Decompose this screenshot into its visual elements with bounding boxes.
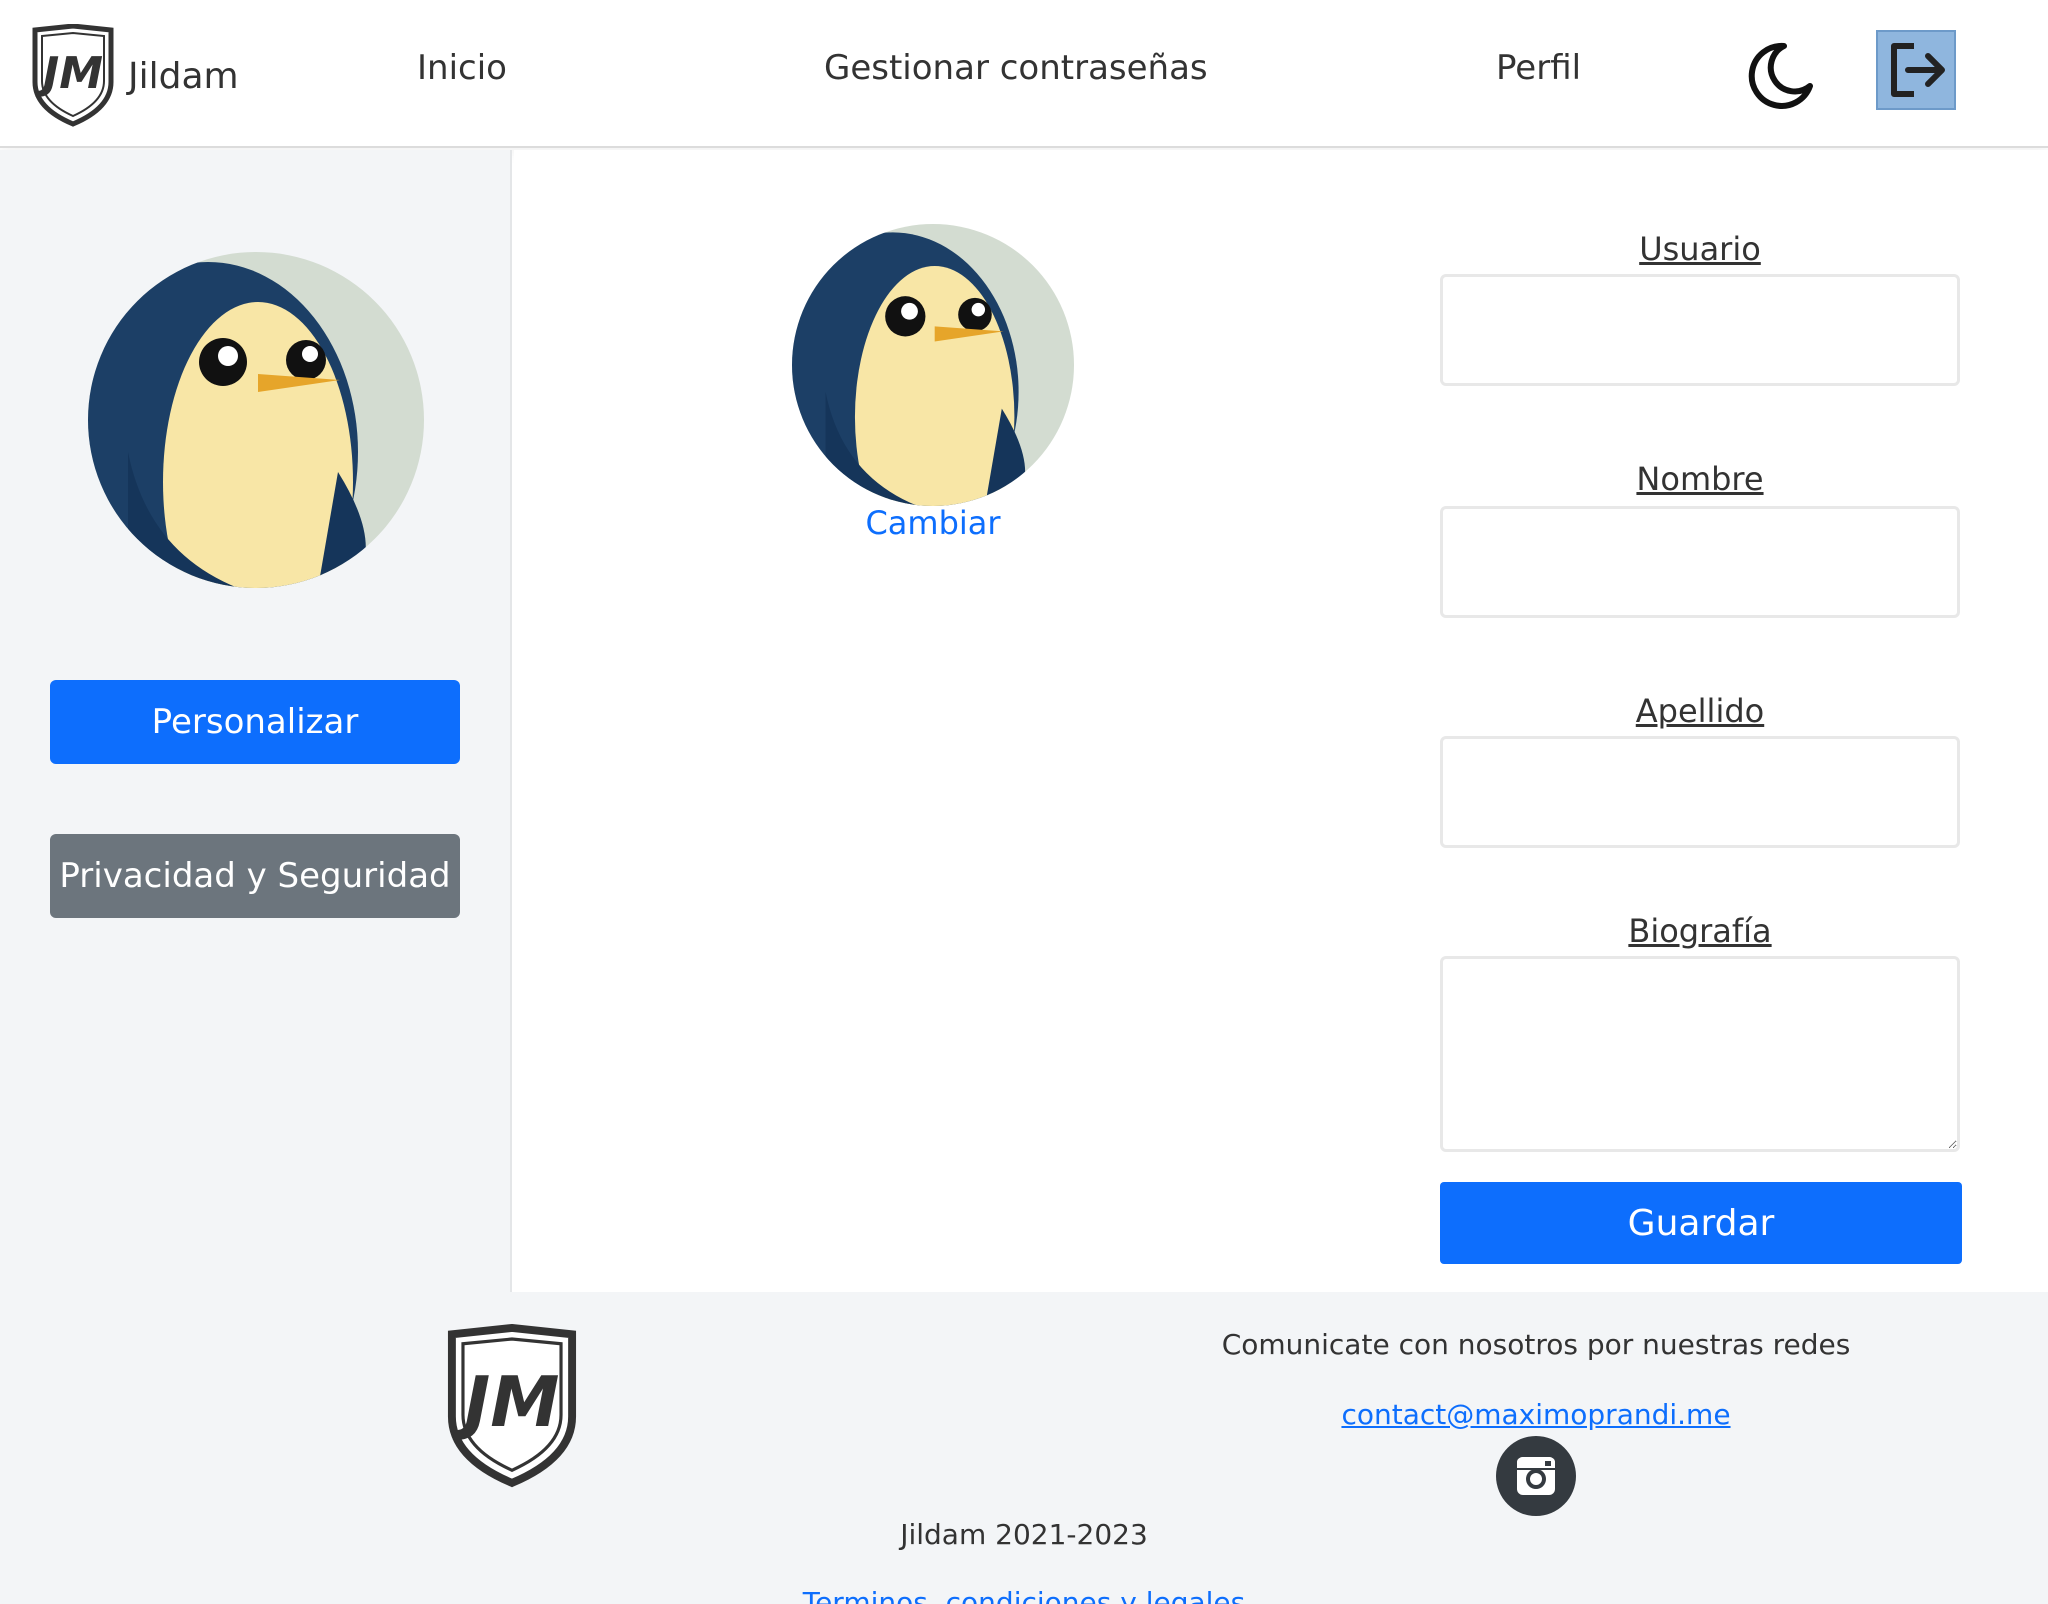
profile-avatar[interactable] xyxy=(792,224,1074,506)
usuario-input[interactable] xyxy=(1440,274,1960,386)
personalizar-button[interactable]: Personalizar xyxy=(50,680,460,764)
nav-link-gestionar-contrasenas[interactable]: Gestionar contraseñas xyxy=(824,48,1208,88)
apellido-label: Apellido xyxy=(1635,692,1765,730)
contact-text: Comunicate con nosotros por nuestras red… xyxy=(1221,1328,1851,1361)
svg-text:JM: JM xyxy=(35,48,103,99)
contact-email-link[interactable]: contact@maximoprandi.me xyxy=(1150,1398,1922,1431)
logout-button[interactable] xyxy=(1876,30,1956,110)
jm-shield-logo: JM xyxy=(447,1324,577,1488)
apellido-input[interactable] xyxy=(1440,736,1960,848)
penguin-avatar-image xyxy=(792,224,1074,506)
brand[interactable]: JM Jildam xyxy=(30,24,239,128)
change-avatar-link[interactable]: Cambiar xyxy=(810,504,1056,542)
nav-link-perfil[interactable]: Perfil xyxy=(1496,48,1581,88)
top-navbar: JM Jildam Inicio Gestionar contraseñas P… xyxy=(0,0,2048,148)
penguin-avatar-image xyxy=(88,252,424,588)
sidebar: Personalizar Privacidad y Seguridad xyxy=(0,150,512,1292)
moon-icon[interactable] xyxy=(1744,40,1816,112)
biografia-textarea[interactable] xyxy=(1440,956,1960,1152)
instagram-button[interactable] xyxy=(1496,1436,1576,1516)
usuario-label: Usuario xyxy=(1639,230,1761,268)
nav-link-inicio[interactable]: Inicio xyxy=(417,48,507,88)
svg-text:JM: JM xyxy=(452,1362,559,1443)
copyright-text: Jildam 2021-2023 xyxy=(900,1518,1148,1551)
footer: JM Comunicate con nosotros por nuestras … xyxy=(0,1292,2048,1604)
instagram-icon xyxy=(1517,1457,1555,1495)
terms-link[interactable]: Terminos, condiciones y legales xyxy=(724,1586,1324,1604)
biografia-label: Biografía xyxy=(1628,912,1772,950)
privacidad-seguridad-button[interactable]: Privacidad y Seguridad xyxy=(50,834,460,918)
sidebar-avatar xyxy=(88,252,424,588)
profile-main: Cambiar Usuario Nombre Apellido Biografí… xyxy=(514,150,2048,1292)
nombre-input[interactable] xyxy=(1440,506,1960,618)
logout-icon xyxy=(1891,43,1945,97)
jm-shield-logo: JM xyxy=(32,24,114,127)
nombre-label: Nombre xyxy=(1636,460,1764,498)
guardar-button[interactable]: Guardar xyxy=(1440,1182,1962,1264)
brand-name: Jildam xyxy=(128,55,239,97)
